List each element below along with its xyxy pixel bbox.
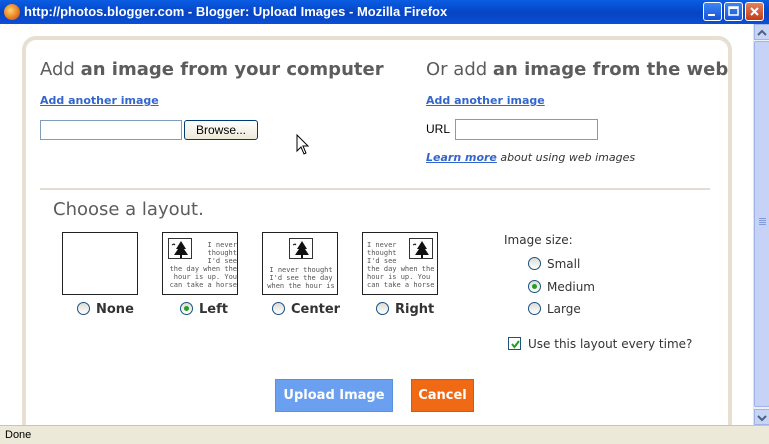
size-small-radio[interactable] [528,257,541,270]
layout-right-label: Right [395,302,435,317]
cancel-button[interactable]: Cancel [411,379,474,412]
layout-none-radio[interactable] [77,302,90,315]
layout-right-radio[interactable] [376,302,389,315]
layout-right-text: I never thought I'd see the day when the… [367,241,435,289]
scrollbar-thumb[interactable] [754,41,769,407]
layout-center-text: I never thought I'd see the day when the… [267,266,335,290]
mouse-cursor-icon [296,134,310,155]
url-input[interactable] [455,119,598,140]
window-title: http://photos.blogger.com - Blogger: Upl… [24,4,448,19]
close-button[interactable] [745,2,764,21]
remember-layout-checkbox[interactable] [508,337,521,350]
layout-center-thumbnail[interactable]: I never thought I'd see the day when the… [262,232,338,295]
scroll-down-button[interactable] [754,409,769,425]
layout-left-radio[interactable] [180,302,193,315]
upload-image-button[interactable]: Upload Image [275,379,393,412]
vertical-scrollbar[interactable] [753,24,769,425]
layout-none-thumbnail[interactable] [62,232,138,295]
page-content [0,24,753,425]
size-large-label: Large [547,302,581,316]
remember-layout-label: Use this layout every time? [528,337,693,351]
learn-more-line: Learn more about using web images [426,151,636,164]
layout-left-text: I never thought I'd see the day when the… [169,241,237,289]
learn-more-link[interactable]: Learn more [426,151,497,164]
size-small-label: Small [547,257,581,271]
size-medium-label: Medium [547,280,595,294]
file-path-input[interactable] [40,120,182,140]
status-bar: Done [0,425,769,444]
status-text: Done [5,429,32,441]
image-size-label: Image size: [504,233,573,247]
layout-right-thumbnail[interactable]: I never thought I'd see the day when the… [362,232,438,295]
computer-section-heading: Add an image from your computer [40,59,384,80]
layout-heading: Choose a layout. [53,199,204,220]
web-section-heading: Or add an image from the web [426,59,729,80]
scroll-up-button[interactable] [754,24,769,40]
layout-center-radio[interactable] [272,302,285,315]
size-medium-radio[interactable] [528,280,541,293]
layout-left-label: Left [199,302,228,317]
section-divider [40,188,710,190]
maximize-button[interactable] [724,2,743,21]
size-large-radio[interactable] [528,302,541,315]
add-another-image-web-link[interactable]: Add another image [426,94,545,107]
firefox-icon [4,4,20,20]
tree-image-icon [289,238,313,259]
layout-center-label: Center [291,302,341,317]
add-another-image-computer-link[interactable]: Add another image [40,94,159,107]
layout-none-label: None [96,302,134,317]
window-titlebar: http://photos.blogger.com - Blogger: Upl… [0,0,769,24]
browse-button[interactable]: Browse... [184,120,258,140]
url-label: URL [426,122,451,136]
minimize-button[interactable] [703,2,722,21]
layout-left-thumbnail[interactable]: I never thought I'd see the day when the… [162,232,238,295]
